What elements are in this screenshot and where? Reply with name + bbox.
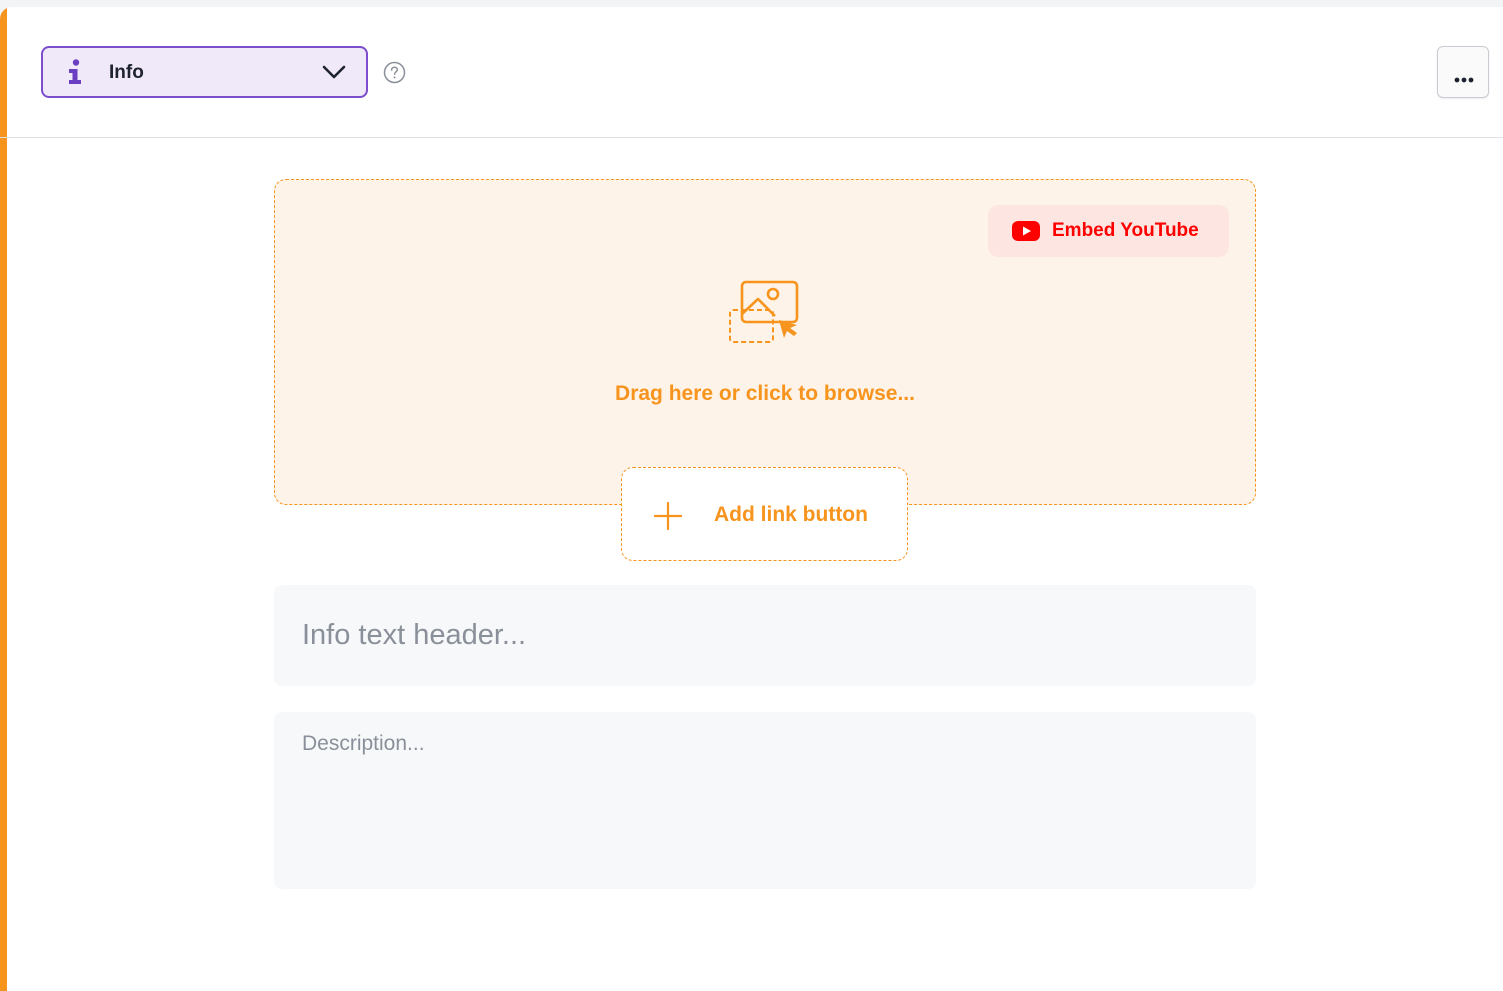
info-icon: [67, 59, 83, 85]
embed-youtube-button[interactable]: Embed YouTube: [988, 205, 1229, 257]
more-horizontal-icon: [1454, 70, 1474, 83]
embed-youtube-label: Embed YouTube: [1052, 220, 1199, 241]
youtube-icon: [1012, 221, 1040, 241]
block-card: Info Embed YouTube Drag here or click to…: [0, 7, 1503, 991]
help-circle-icon[interactable]: [383, 61, 406, 84]
block-type-select[interactable]: Info: [41, 46, 368, 98]
more-options-button[interactable]: [1437, 46, 1489, 98]
image-drop-icon: [727, 280, 801, 344]
block-toolbar: Info: [0, 7, 1503, 138]
add-link-label: Add link button: [714, 503, 868, 526]
description-textarea[interactable]: [274, 712, 1256, 889]
plus-icon: [653, 501, 683, 531]
block-type-label: Info: [109, 62, 144, 83]
chevron-down-icon: [322, 64, 346, 80]
add-link-button[interactable]: Add link button: [621, 467, 908, 561]
info-header-input[interactable]: [274, 585, 1256, 686]
drop-prompt: Drag here or click to browse...: [615, 382, 915, 405]
accent-bar: [0, 7, 7, 991]
